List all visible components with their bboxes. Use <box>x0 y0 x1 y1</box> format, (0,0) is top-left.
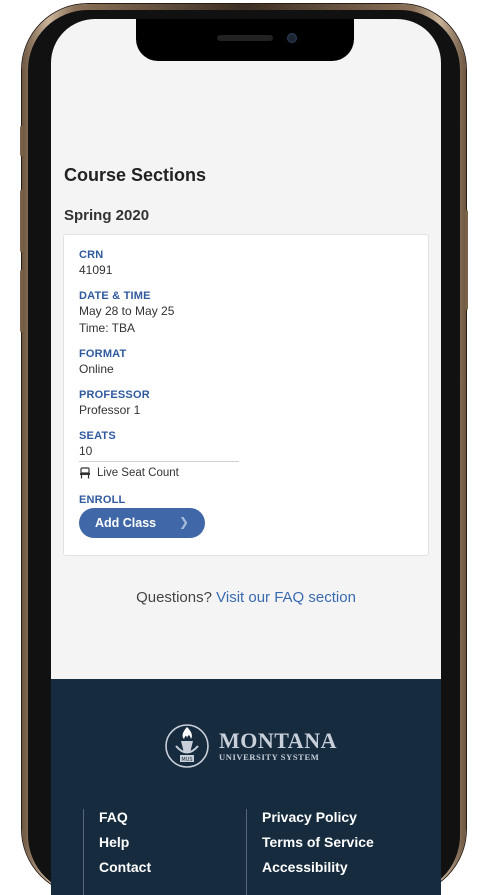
datetime-label: DATE & TIME <box>79 290 151 302</box>
speaker-grille <box>217 35 273 41</box>
faq-prompt: Questions? Visit our FAQ section <box>51 589 441 606</box>
term-heading: Spring 2020 <box>64 207 150 224</box>
phone-power-button <box>465 210 468 310</box>
phone-screen: Course Sections Spring 2020 CRN 41091 DA… <box>51 19 441 895</box>
faq-link[interactable]: Visit our FAQ section <box>216 589 356 606</box>
seats-value: 10 <box>79 444 93 458</box>
front-camera <box>287 33 297 43</box>
seats-label: SEATS <box>79 430 116 442</box>
professor-label: PROFESSOR <box>79 389 150 401</box>
phone-volume-up <box>20 190 23 252</box>
section-card: CRN 41091 DATE & TIME May 28 to May 25 T… <box>63 234 429 556</box>
enroll-label: ENROLL <box>79 494 126 506</box>
logo-main-text: MONTANA <box>219 728 337 753</box>
crn-label: CRN <box>79 249 104 261</box>
notch <box>136 19 354 61</box>
chevron-right-icon: ❯ <box>178 515 189 529</box>
crn-value: 41091 <box>79 263 113 277</box>
footer-links-right: Privacy Policy Terms of Service Accessib… <box>246 809 374 895</box>
format-label: FORMAT <box>79 348 127 360</box>
footer-links-left: FAQ Help Contact <box>83 809 151 895</box>
footer-link-help[interactable]: Help <box>99 834 151 850</box>
live-seat-count[interactable]: Live Seat Count <box>79 467 179 479</box>
format-value: Online <box>79 362 114 376</box>
logo-sub-text: UNIVERSITY SYSTEM <box>219 752 320 762</box>
footer-link-faq[interactable]: FAQ <box>99 809 151 825</box>
chair-icon <box>80 467 90 479</box>
torch-icon: MUS <box>165 724 209 768</box>
page-title: Course Sections <box>64 165 207 185</box>
footer-link-terms[interactable]: Terms of Service <box>262 834 374 850</box>
phone-side-button <box>20 126 23 156</box>
faq-question: Questions? <box>136 589 212 606</box>
date-range-value: May 28 to May 25 <box>79 304 175 318</box>
add-class-label: Add Class <box>95 516 157 530</box>
live-seat-count-label: Live Seat Count <box>97 467 179 479</box>
logo-badge-text: MUS <box>181 757 192 763</box>
montana-logo[interactable]: MUS MONTANA UNIVERSITY SYSTEM <box>163 723 337 769</box>
add-class-button[interactable]: Add Class ❯ <box>79 508 205 538</box>
footer-link-accessibility[interactable]: Accessibility <box>262 859 374 875</box>
footer: MUS MONTANA UNIVERSITY SYSTEM FAQ Help C… <box>51 679 441 895</box>
professor-value: Professor 1 <box>79 403 141 417</box>
footer-link-privacy[interactable]: Privacy Policy <box>262 809 374 825</box>
phone-volume-down <box>20 270 23 332</box>
seats-divider <box>79 461 239 462</box>
time-value: Time: TBA <box>79 321 136 335</box>
footer-link-contact[interactable]: Contact <box>99 859 151 875</box>
